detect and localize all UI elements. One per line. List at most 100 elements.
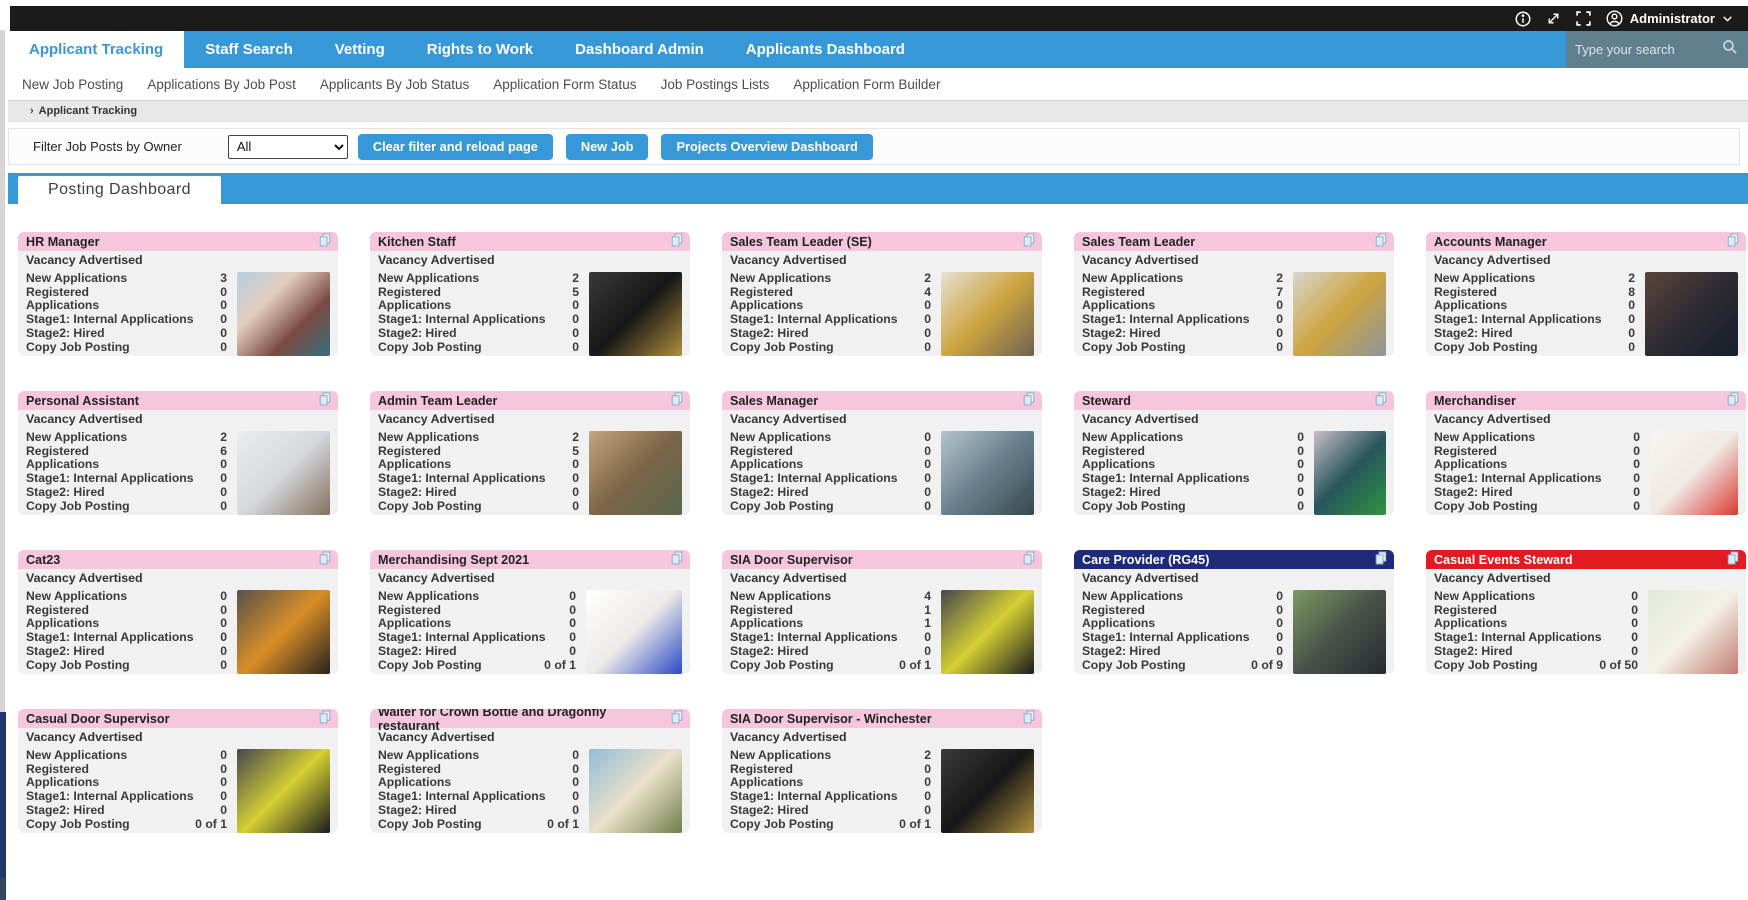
stat-label: Registered xyxy=(378,445,441,459)
woman-laptop-photo xyxy=(237,431,330,515)
subnav-applications-by-job-post[interactable]: Applications By Job Post xyxy=(147,77,296,92)
security-guards-photo xyxy=(237,749,330,833)
stat-row: Stage2: Hired0 xyxy=(1082,327,1283,341)
stat-label: Registered xyxy=(1082,286,1145,300)
job-card-header: Casual Events Steward xyxy=(1426,550,1746,569)
job-title: SIA Door Supervisor xyxy=(730,553,853,567)
projects-overview-dashboard-button[interactable]: Projects Overview Dashboard xyxy=(661,134,872,160)
stat-label: Stage2: Hired xyxy=(378,327,457,341)
user-menu[interactable]: Administrator xyxy=(1605,9,1734,28)
copy-job-icon[interactable] xyxy=(1373,232,1389,251)
subnav-applicants-by-job-status[interactable]: Applicants By Job Status xyxy=(320,77,469,92)
tab-staff-search[interactable]: Staff Search xyxy=(184,31,314,68)
clear-filter-button[interactable]: Clear filter and reload page xyxy=(358,134,553,160)
copy-job-icon[interactable] xyxy=(669,391,685,410)
stat-row: Stage1: Internal Applications0 xyxy=(378,631,576,645)
stat-row: Stage2: Hired0 xyxy=(26,327,227,341)
stat-label: New Applications xyxy=(1434,590,1535,604)
stat-value: 4 xyxy=(924,286,931,300)
copy-job-icon[interactable] xyxy=(317,709,333,728)
stat-value: 0 xyxy=(220,286,227,300)
job-stats: New Applications0Registered0Applications… xyxy=(26,749,237,833)
subnav-new-job-posting[interactable]: New Job Posting xyxy=(22,77,123,92)
copy-job-icon[interactable] xyxy=(317,232,333,251)
stat-value: 4 xyxy=(924,590,931,604)
stat-value: 0 xyxy=(220,486,227,500)
stat-value: 0 xyxy=(572,763,579,777)
vacancy-status-label: Vacancy Advertised xyxy=(1426,410,1746,426)
job-stats: New Applications2Registered5Applications… xyxy=(378,431,589,515)
copy-job-icon[interactable] xyxy=(1373,391,1389,410)
search-icon[interactable] xyxy=(1721,38,1739,61)
tab-dashboard-admin[interactable]: Dashboard Admin xyxy=(554,31,725,68)
stat-label: Stage1: Internal Applications xyxy=(26,313,194,327)
job-card-header: Care Provider (RG45) xyxy=(1074,550,1394,569)
copy-job-icon[interactable] xyxy=(669,232,685,251)
stat-value: 0 xyxy=(572,472,579,486)
search-input[interactable] xyxy=(1575,42,1721,57)
copy-job-icon[interactable] xyxy=(317,550,333,569)
tab-rights-to-work[interactable]: Rights to Work xyxy=(406,31,554,68)
stat-row: Applications0 xyxy=(26,299,227,313)
copy-job-icon[interactable] xyxy=(1373,550,1389,569)
tab-vetting[interactable]: Vetting xyxy=(314,31,406,68)
stat-value: 0 xyxy=(1631,590,1638,604)
subnav-job-postings-lists[interactable]: Job Postings Lists xyxy=(661,77,770,92)
copy-job-icon[interactable] xyxy=(1725,550,1741,569)
expand-icon[interactable] xyxy=(1545,10,1562,27)
stat-value: 0 xyxy=(220,631,227,645)
subnav-application-form-status[interactable]: Application Form Status xyxy=(493,77,636,92)
copy-job-icon[interactable] xyxy=(1021,550,1037,569)
stat-value: 0 xyxy=(924,804,931,818)
security-guards-photo xyxy=(941,590,1034,674)
info-icon[interactable] xyxy=(1514,10,1532,28)
stat-value: 0 xyxy=(220,472,227,486)
owner-filter-select[interactable]: All xyxy=(228,135,348,159)
stat-row: Stage1: Internal Applications0 xyxy=(730,631,931,645)
pizzeria-storefront-photo xyxy=(589,272,682,356)
copy-job-icon[interactable] xyxy=(1725,232,1741,251)
job-stats: New Applications2Registered8Applications… xyxy=(1434,272,1645,356)
stat-label: New Applications xyxy=(26,431,127,445)
stat-label: Stage2: Hired xyxy=(730,486,809,500)
stat-label: Copy Job Posting xyxy=(730,659,834,673)
stat-row: Applications0 xyxy=(1434,299,1635,313)
job-card-body: New Applications0Registered0Applications… xyxy=(722,426,1042,515)
job-card-body: New Applications2Registered5Applications… xyxy=(370,267,690,356)
stat-value: 0 xyxy=(220,776,227,790)
copy-job-icon[interactable] xyxy=(1725,391,1741,410)
copy-job-icon[interactable] xyxy=(1021,709,1037,728)
copy-job-icon[interactable] xyxy=(317,391,333,410)
copy-job-icon[interactable] xyxy=(669,550,685,569)
stat-value: 0 xyxy=(220,341,227,355)
stat-value: 0 xyxy=(1297,500,1304,514)
office-desks-photo xyxy=(941,431,1034,515)
stat-label: Stage1: Internal Applications xyxy=(378,631,546,645)
fullscreen-icon[interactable] xyxy=(1575,10,1592,27)
breadcrumb-item[interactable]: Applicant Tracking xyxy=(39,105,137,117)
job-stats: New Applications2Registered6Applications… xyxy=(26,431,237,515)
stat-value: 0 xyxy=(569,645,576,659)
stat-value: 0 xyxy=(1631,604,1638,618)
copy-job-icon[interactable] xyxy=(1021,391,1037,410)
job-stats: New Applications0Registered0Applications… xyxy=(1082,590,1293,674)
tab-applicant-tracking[interactable]: Applicant Tracking xyxy=(8,31,184,68)
copy-job-icon[interactable] xyxy=(1021,232,1037,251)
tab-posting-dashboard[interactable]: Posting Dashboard xyxy=(18,176,221,204)
left-edge-navy-strip xyxy=(0,712,6,878)
stat-value: 2 xyxy=(924,749,931,763)
stat-value: 5 xyxy=(572,286,579,300)
new-job-button[interactable]: New Job xyxy=(566,134,649,160)
subnav-application-form-builder[interactable]: Application Form Builder xyxy=(793,77,940,92)
stat-label: Registered xyxy=(378,604,441,618)
stat-value: 0 xyxy=(924,763,931,777)
copy-job-icon[interactable] xyxy=(669,709,685,728)
vacancy-status-label: Vacancy Advertised xyxy=(1074,569,1394,585)
tab-applicants-dashboard[interactable]: Applicants Dashboard xyxy=(725,31,926,68)
job-title: Sales Team Leader (SE) xyxy=(730,235,872,249)
waiter-food-tray-photo xyxy=(237,590,330,674)
stat-row: Stage1: Internal Applications0 xyxy=(1434,472,1640,486)
stat-value: 0 xyxy=(1276,617,1283,631)
stat-row: Stage2: Hired0 xyxy=(730,486,931,500)
vacancy-status-label: Vacancy Advertised xyxy=(1426,251,1746,267)
